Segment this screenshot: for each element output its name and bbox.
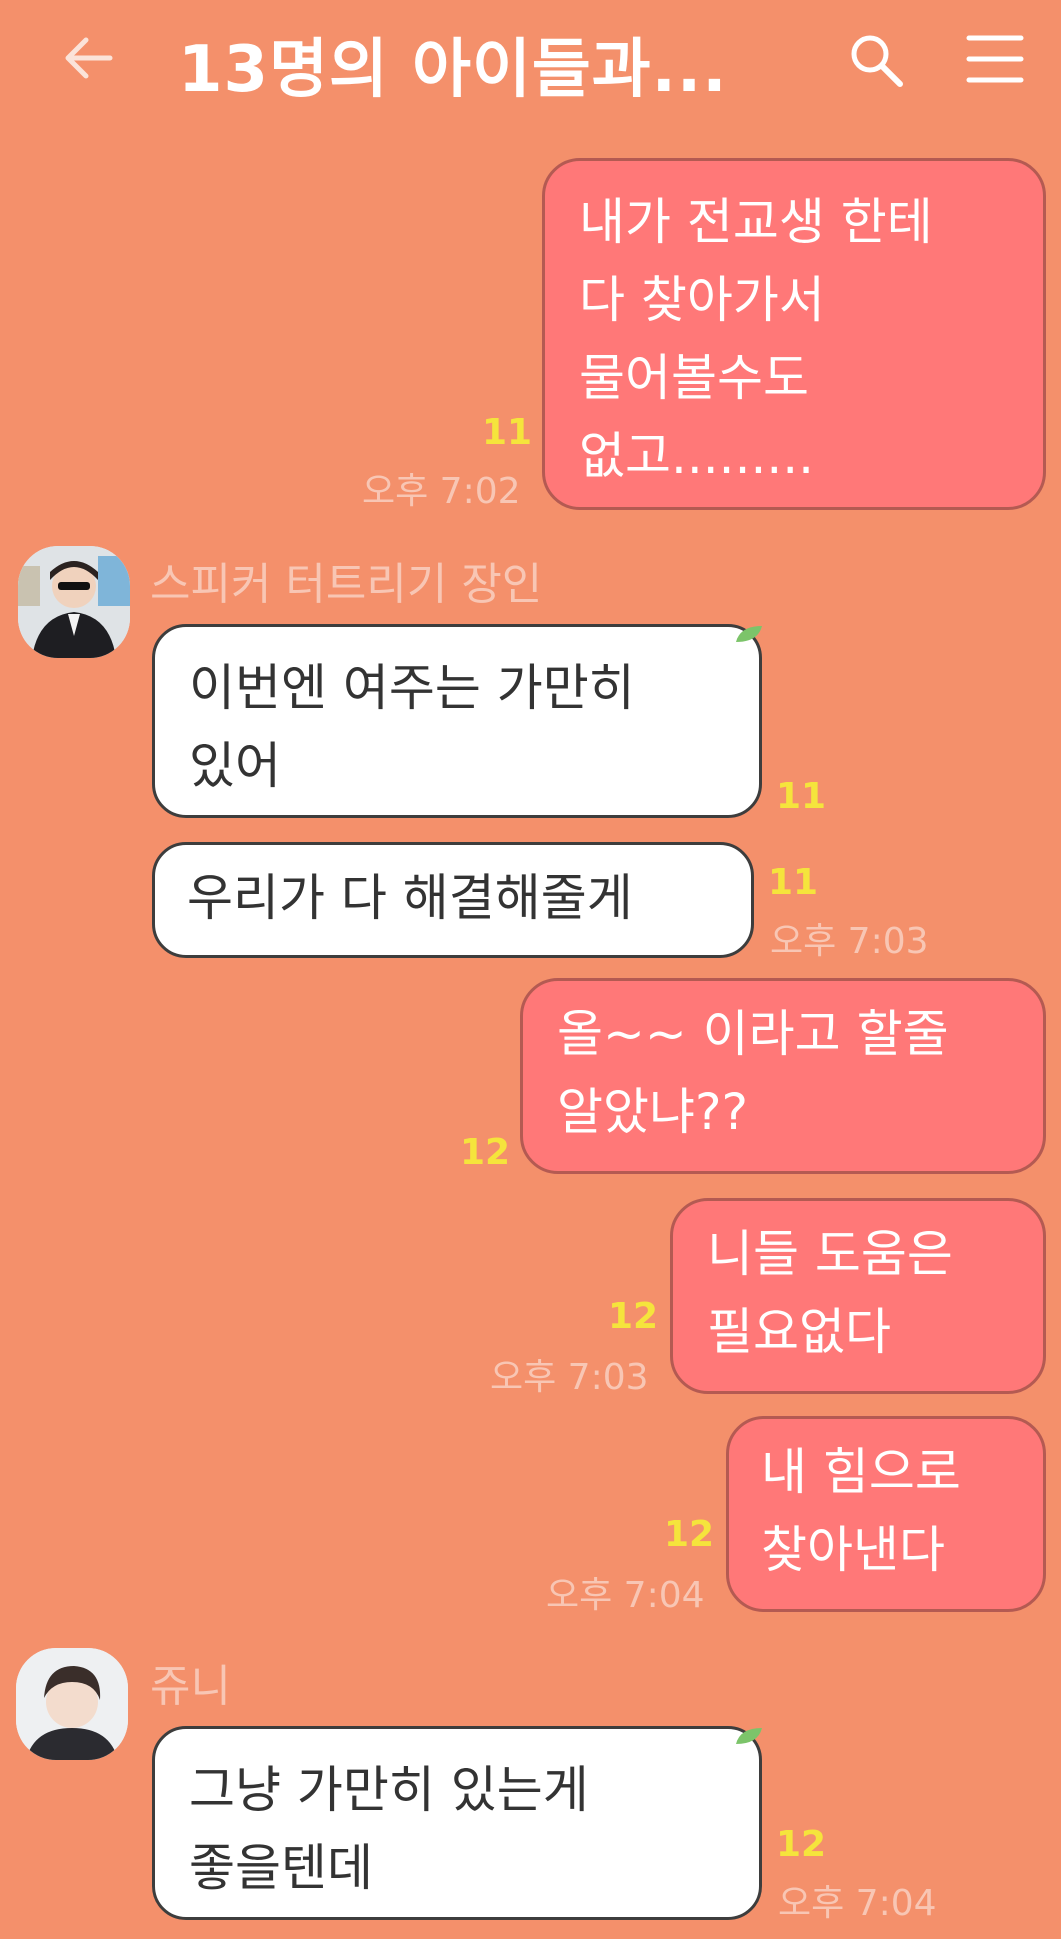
message-time: 오후 7:03	[770, 921, 929, 962]
unread-count: 11	[768, 862, 819, 903]
their-message-bubble[interactable]: 우리가 다 해결해줄게	[152, 842, 754, 958]
profile-photo-icon	[16, 1648, 128, 1760]
avatar[interactable]	[18, 546, 130, 658]
my-message-bubble[interactable]: 올~~ 이라고 할줄 알았냐??	[520, 978, 1046, 1174]
unread-count: 12	[664, 1514, 715, 1555]
their-message-bubble[interactable]: 그냥 가만히 있는게 좋을텐데	[152, 1726, 762, 1920]
sender-name: 쥬니	[150, 1661, 231, 1712]
leaf-icon	[736, 1728, 762, 1744]
my-message-bubble[interactable]: 니들 도움은 필요없다	[670, 1198, 1046, 1394]
search-icon	[851, 35, 903, 87]
unread-count: 12	[776, 1824, 827, 1865]
unread-count: 12	[460, 1132, 511, 1173]
back-button[interactable]	[58, 28, 118, 88]
avatar[interactable]	[16, 1648, 128, 1760]
their-message-bubble[interactable]: 이번엔 여주는 가만히 있어	[152, 624, 762, 818]
message-time: 오후 7:04	[546, 1575, 705, 1616]
sender-name: 스피커 터트리기 장인	[150, 559, 543, 610]
leaf-icon	[736, 626, 762, 642]
chat-title: 13명의 아이들과...	[178, 33, 728, 107]
search-button[interactable]	[846, 30, 906, 90]
message-time: 오후 7:03	[490, 1357, 649, 1398]
my-message-bubble[interactable]: 내 힘으로 찾아낸다	[726, 1416, 1046, 1612]
unread-count: 12	[608, 1296, 659, 1337]
hamburger-menu-icon	[966, 35, 1024, 83]
unread-count: 11	[482, 412, 533, 453]
unread-count: 11	[776, 776, 827, 817]
my-message-bubble[interactable]: 내가 전교생 한테 다 찾아가서 물어볼수도 없고.........	[542, 158, 1046, 510]
chat-header: 13명의 아이들과...	[0, 0, 1061, 120]
profile-photo-icon	[18, 546, 130, 658]
menu-button[interactable]	[966, 32, 1024, 86]
arrow-left-icon	[65, 37, 113, 79]
message-time: 오후 7:04	[778, 1883, 937, 1924]
message-time: 오후 7:02	[362, 471, 521, 512]
